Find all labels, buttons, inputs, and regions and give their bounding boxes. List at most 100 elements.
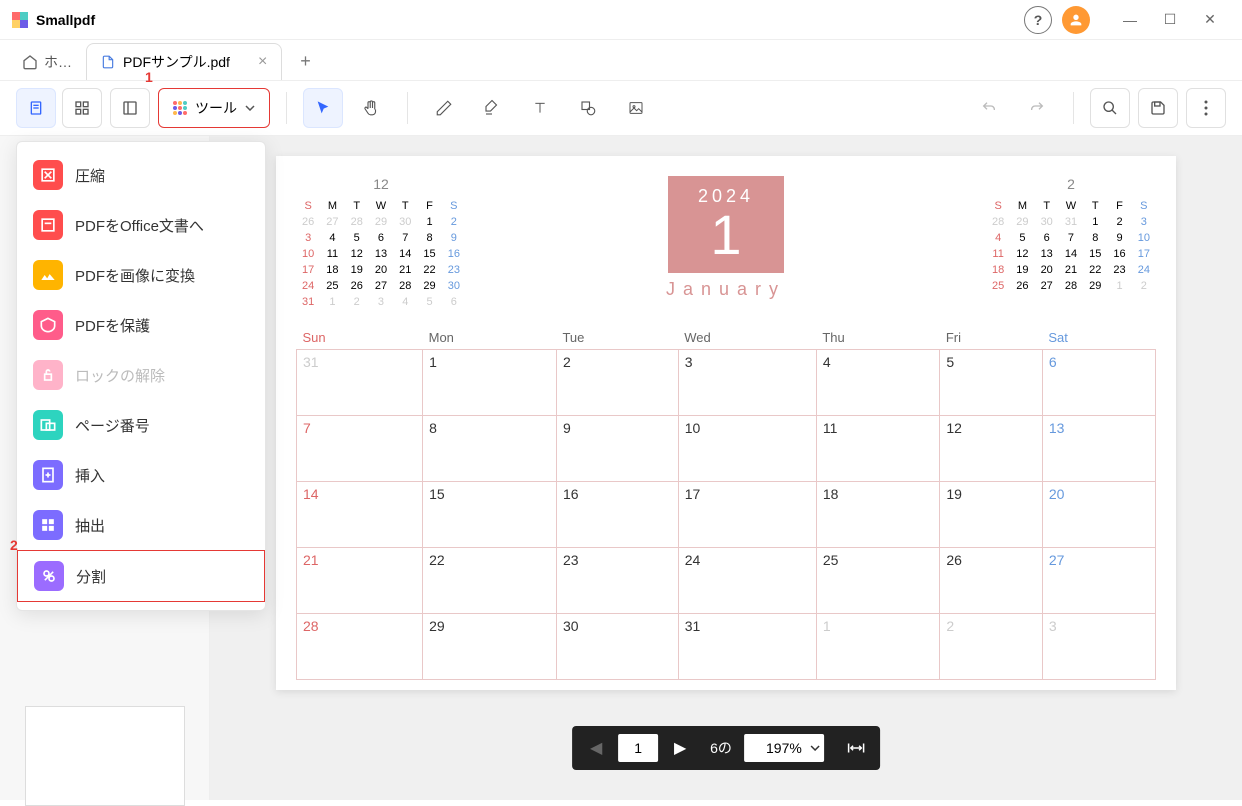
menu-item-icon (33, 260, 63, 290)
page-input[interactable] (618, 734, 658, 762)
page-prev-button[interactable]: ◀ (578, 732, 614, 764)
mini-calendar-prev: 12 SMTWTFS262728293012345678910111213141… (296, 176, 466, 310)
tools-dropdown-button[interactable]: 1 ツール (158, 88, 270, 128)
toolbar: 1 ツール 圧縮PDFをO (0, 80, 1242, 136)
tab-document[interactable]: PDFサンプル.pdf × (86, 43, 282, 80)
menu-item-icon (33, 410, 63, 440)
menu-item-label: 分割 (76, 566, 106, 587)
tools-menu-item-1[interactable]: PDFをOffice文書へ (17, 200, 265, 250)
menu-item-icon (33, 510, 63, 540)
chevron-down-icon (810, 745, 820, 751)
tab-home-label: ホ… (44, 52, 72, 72)
fit-width-button[interactable] (838, 732, 874, 764)
image-icon (627, 100, 645, 116)
month-name: January (666, 279, 786, 300)
tools-icon (173, 101, 187, 115)
view-grid[interactable] (62, 88, 102, 128)
kebab-icon (1204, 100, 1208, 116)
menu-item-label: PDFを保護 (75, 315, 150, 336)
document-view[interactable]: 12 SMTWTFS262728293012345678910111213141… (210, 136, 1242, 800)
tool-select[interactable] (303, 88, 343, 128)
menu-item-icon (33, 310, 63, 340)
view-single-page[interactable] (16, 88, 56, 128)
tab-new[interactable]: + (286, 43, 325, 80)
menu-item-label: PDFを画像に変換 (75, 265, 195, 286)
tools-menu-item-7[interactable]: 抽出 (17, 500, 265, 550)
cursor-icon (315, 99, 331, 117)
menu-item-icon (33, 460, 63, 490)
menu-item-icon (33, 210, 63, 240)
redo-button[interactable] (1017, 88, 1057, 128)
account-avatar[interactable] (1062, 6, 1090, 34)
highlighter-icon (483, 99, 501, 117)
page-navbar: ◀ ▶ 6の (572, 726, 880, 770)
help-button[interactable]: ? (1024, 6, 1052, 34)
app-logo (12, 12, 28, 28)
pencil-icon (435, 99, 453, 117)
tool-highlighter[interactable] (472, 88, 512, 128)
tab-document-label: PDFサンプル.pdf (123, 52, 230, 72)
page-next-button[interactable]: ▶ (662, 732, 698, 764)
menu-item-label: ロックの解除 (75, 365, 165, 386)
chevron-down-icon (245, 105, 255, 111)
page-thumbnail[interactable] (25, 706, 185, 806)
menu-item-icon (34, 561, 64, 591)
mini-cal-title: 12 (296, 176, 466, 192)
tools-dropdown: 圧縮 PDFをOffice文書へ PDFを画像に変換 PDFを保護ロックの解除ページ番… (16, 141, 266, 611)
month-number: 1 (698, 207, 754, 263)
menu-item-label: 抽出 (75, 515, 105, 536)
fit-width-icon (847, 741, 865, 755)
annotation-callout-2: 2 (10, 537, 18, 553)
search-button[interactable] (1090, 88, 1130, 128)
window-maximize[interactable]: ☐ (1150, 6, 1190, 34)
menu-item-label: PDFをOffice文書へ (75, 215, 204, 236)
menu-item-label: ページ番号 (75, 415, 150, 436)
tools-menu-item-6[interactable]: 挿入 (17, 450, 265, 500)
tool-text[interactable] (520, 88, 560, 128)
more-button[interactable] (1186, 88, 1226, 128)
menu-item-label: 圧縮 (75, 165, 105, 186)
app-name: Smallpdf (36, 12, 95, 28)
save-button[interactable] (1138, 88, 1178, 128)
titlebar: Smallpdf ? — ☐ ✕ (0, 0, 1242, 40)
tool-shape[interactable] (568, 88, 608, 128)
menu-item-icon (33, 360, 63, 390)
tool-pan[interactable] (351, 88, 391, 128)
search-icon (1102, 100, 1118, 116)
tools-menu-item-4[interactable]: ロックの解除 (17, 350, 265, 400)
tab-row: ホ… PDFサンプル.pdf × + (0, 40, 1242, 80)
tab-home[interactable]: ホ… (12, 44, 82, 80)
tools-menu-item-2[interactable]: PDFを画像に変換 (17, 250, 265, 300)
undo-button[interactable] (969, 88, 1009, 128)
view-sidebar[interactable] (110, 88, 150, 128)
page-total-label: 6の (702, 738, 740, 758)
hand-icon (362, 99, 380, 117)
annotation-callout-1: 1 (145, 69, 153, 85)
home-icon (22, 54, 38, 70)
menu-item-icon (33, 160, 63, 190)
file-icon (101, 54, 115, 70)
sidebar-icon (122, 99, 138, 117)
tools-menu-item-0[interactable]: 圧縮 (17, 150, 265, 200)
window-close[interactable]: ✕ (1190, 6, 1230, 34)
pdf-page: 12 SMTWTFS262728293012345678910111213141… (276, 156, 1176, 690)
window-minimize[interactable]: — (1110, 6, 1150, 34)
tools-label: ツール (195, 98, 237, 118)
separator (407, 92, 408, 124)
tab-close-icon[interactable]: × (258, 53, 267, 71)
shape-icon (579, 99, 597, 117)
tools-menu-item-8[interactable]: 2分割 (17, 550, 265, 602)
save-icon (1150, 100, 1166, 116)
undo-icon (980, 100, 998, 116)
tool-image[interactable] (616, 88, 656, 128)
tools-menu-item-3[interactable]: PDFを保護 (17, 300, 265, 350)
month-header: 2024 1 January (666, 176, 786, 300)
separator (1073, 92, 1074, 124)
tools-menu-item-5[interactable]: ページ番号 (17, 400, 265, 450)
tool-pencil[interactable] (424, 88, 464, 128)
mini-cal-title: 2 (986, 176, 1156, 192)
mini-calendar-next: 2 SMTWTFS2829303112345678910111213141516… (986, 176, 1156, 294)
redo-icon (1028, 100, 1046, 116)
separator (286, 92, 287, 124)
menu-item-label: 挿入 (75, 465, 105, 486)
